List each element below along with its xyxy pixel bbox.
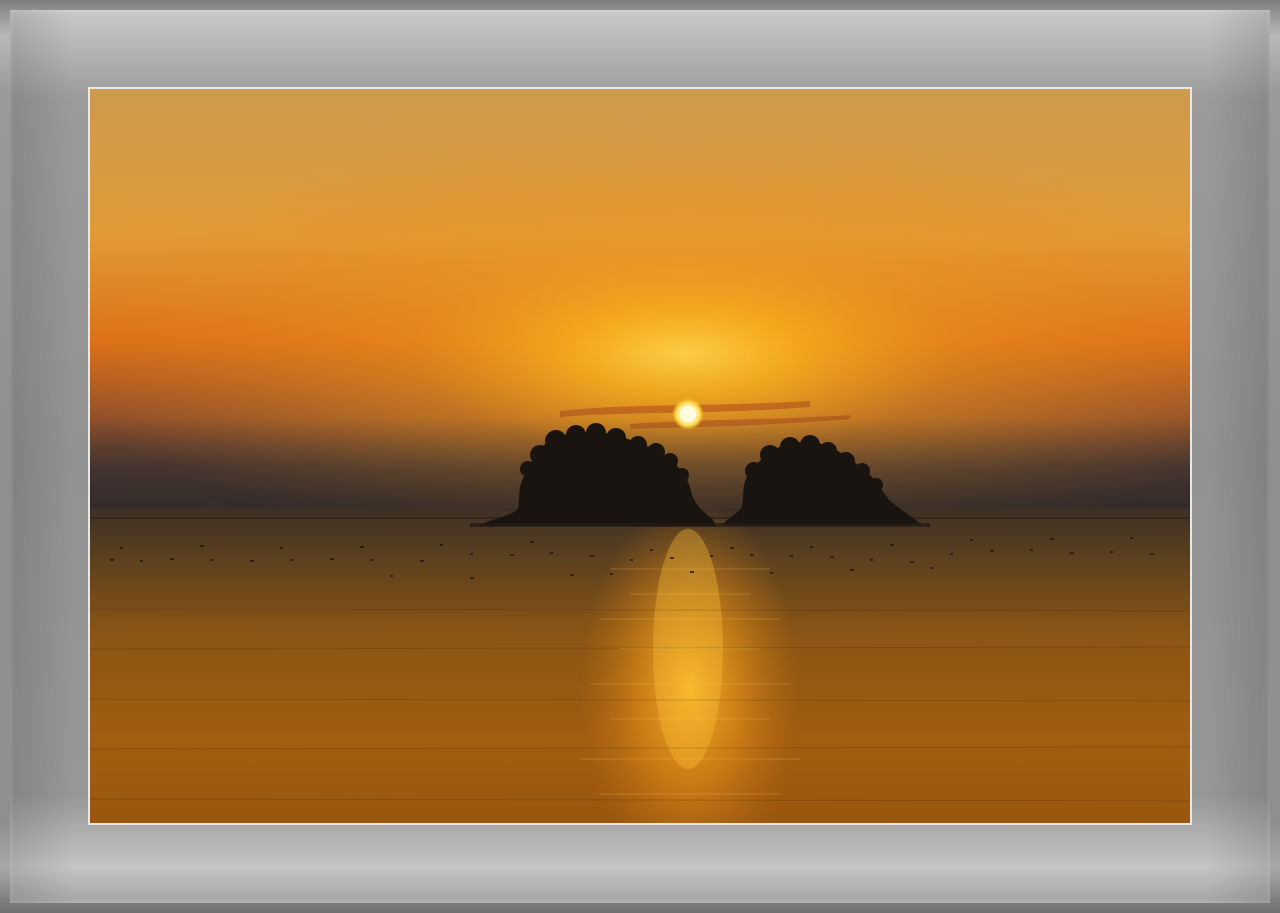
islands-waterline — [470, 523, 930, 527]
sun-disc — [680, 406, 696, 422]
picture-frame — [0, 0, 1280, 913]
sunset-photo — [90, 89, 1190, 823]
